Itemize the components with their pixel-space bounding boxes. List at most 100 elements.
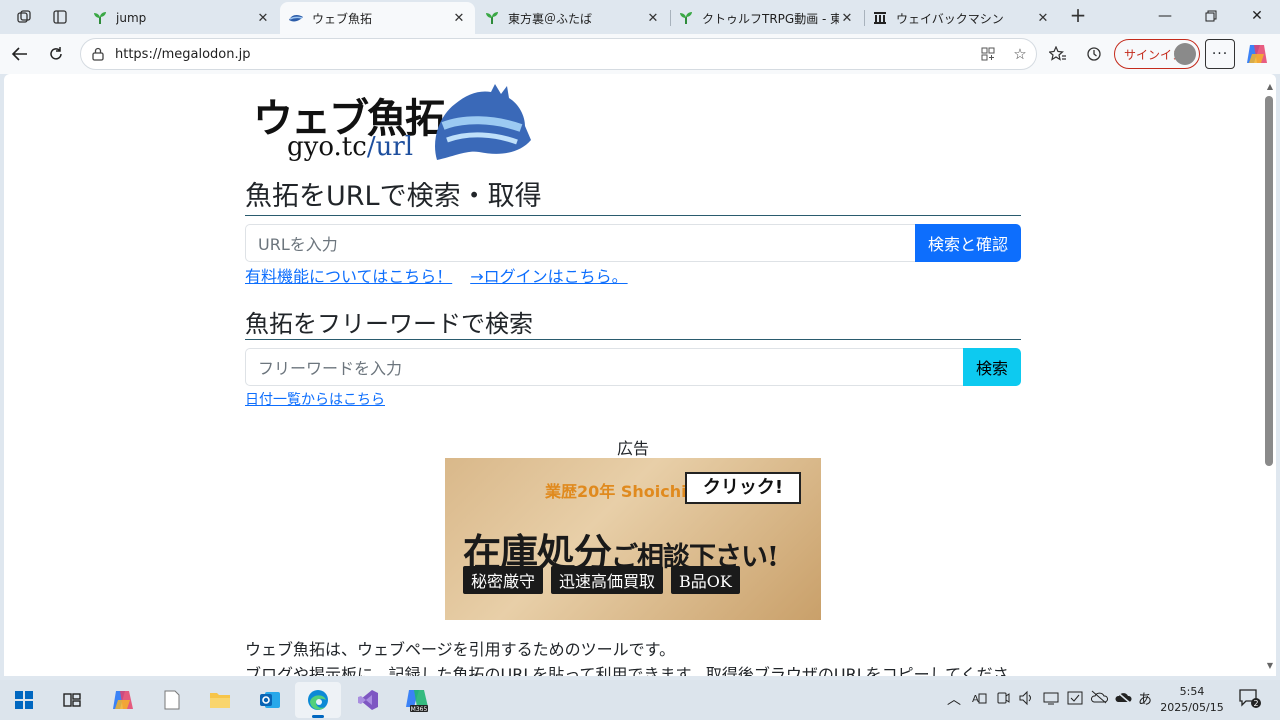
chevron-up-icon[interactable]: ︿ [947, 689, 961, 709]
restore-icon[interactable] [1188, 0, 1234, 32]
workspaces-icon[interactable] [10, 4, 38, 30]
windows-start-icon[interactable] [8, 684, 40, 716]
outlook-icon[interactable] [254, 684, 286, 716]
ad-brand: 業歴20年 Shoichi [545, 482, 687, 501]
tab-label: ウェブ魚拓 [312, 11, 373, 26]
tab-web-gyotaku[interactable]: ウェブ魚拓 ✕ [280, 2, 475, 34]
clock-time: 5:54 [1179, 685, 1205, 698]
scroll-down-icon[interactable]: ▼ [1267, 661, 1273, 670]
url-search-button[interactable]: 検索と確認 [915, 224, 1021, 262]
ad-click-button[interactable]: クリック! [685, 472, 801, 504]
ad-tag: B品OK [671, 566, 740, 594]
network-icon[interactable] [1043, 690, 1059, 710]
sprout-icon [484, 10, 500, 26]
sprout-icon [678, 10, 694, 26]
m365-label: M365 [411, 706, 428, 713]
copilot-icon[interactable] [1244, 41, 1270, 67]
refresh-icon[interactable] [42, 40, 70, 68]
onedrive-icon[interactable] [1090, 690, 1109, 708]
more-menu-icon[interactable]: ··· [1205, 39, 1235, 69]
tab-label: jump [116, 11, 147, 25]
tab-wayback-machine[interactable]: ウェイバックマシン ✕ [864, 2, 1059, 34]
date-list-link[interactable]: 日付一覧からはこちら [245, 389, 385, 409]
page-viewport: ウェブ魚拓 gyo.tc/url 魚拓をURLで検索・取得 URLを入力 検索と… [4, 74, 1276, 676]
file-explorer-icon[interactable] [204, 684, 236, 716]
meet-now-icon[interactable] [996, 690, 1010, 710]
edge-browser-icon[interactable] [302, 684, 334, 718]
favorite-star-icon[interactable]: ☆ [1004, 45, 1036, 63]
close-icon[interactable]: ✕ [645, 11, 661, 26]
scroll-thumb[interactable] [1265, 96, 1273, 466]
freeword-section-title: 魚拓をフリーワードで検索 [245, 310, 533, 338]
notepad-icon[interactable] [156, 684, 188, 716]
tab-label: 東方裏＠ふたば [508, 11, 593, 26]
close-icon[interactable]: ✕ [451, 11, 467, 26]
lock-icon[interactable] [90, 47, 106, 61]
paid-features-link[interactable]: 有料機能についてはこちら！ [245, 263, 452, 287]
ime-hiragana-indicator[interactable]: あ [1138, 689, 1152, 709]
m365-icon[interactable]: M365 [401, 684, 433, 716]
clock-date: 2025/05/15 [1160, 701, 1224, 714]
login-link[interactable]: →ログインはこちら。 [470, 263, 627, 287]
ime-mode-icon[interactable]: A [971, 690, 987, 710]
copilot-app-icon[interactable] [107, 684, 139, 716]
logo-domain: gyo.tc [287, 132, 367, 162]
close-window-icon[interactable]: ✕ [1234, 0, 1280, 32]
browser-toolbar: https://megalodon.jp ☆ サインイン ··· [0, 34, 1280, 74]
clock[interactable]: 5:54 2025/05/15 [1160, 684, 1224, 716]
address-bar[interactable]: https://megalodon.jp ☆ [80, 38, 1037, 70]
close-icon[interactable]: ✕ [839, 11, 855, 26]
divider [245, 215, 1021, 216]
onedrive-paused-icon[interactable] [1114, 690, 1132, 708]
new-tab-button[interactable]: + [1066, 4, 1090, 28]
logo-url-suffix: /url [366, 132, 414, 162]
tab-label: ウェイバックマシン [896, 11, 1004, 26]
fish-icon [288, 10, 304, 26]
account-links: 有料機能についてはこちら！ →ログインはこちら。 [245, 263, 628, 287]
visual-studio-icon[interactable] [352, 684, 384, 716]
security-icon[interactable] [1067, 690, 1083, 710]
url-search-group: URLを入力 検索と確認 [245, 224, 1021, 262]
tab-label: クトゥルフTRPG動画 - 東方 [702, 11, 839, 26]
freeword-search-group: フリーワードを入力 検索 [245, 348, 1021, 386]
ad-banner[interactable]: 業歴20年 Shoichi クリック! 在庫処分ご相談下さい! 秘密厳守 迅速高… [445, 458, 821, 620]
notification-icon[interactable]: 2 [1238, 688, 1262, 714]
taskbar: M365 ︿ A あ 5:54 2025/05/15 2 [0, 680, 1280, 720]
history-icon[interactable] [1080, 40, 1108, 68]
sprout-icon [92, 10, 108, 26]
url-text: https://megalodon.jp [115, 46, 251, 62]
signin-button[interactable]: サインイン [1114, 39, 1200, 69]
description-text: ウェブ魚拓は、ウェブページを引用するためのツールです。 [245, 640, 676, 659]
close-icon[interactable]: ✕ [255, 11, 271, 26]
close-icon[interactable]: ✕ [1035, 11, 1051, 26]
tab-touhou-futaba[interactable]: 東方裏＠ふたば ✕ [476, 2, 669, 34]
freeword-search-button[interactable]: 検索 [963, 348, 1021, 386]
site-logo[interactable]: ウェブ魚拓 gyo.tc/url [253, 82, 533, 168]
divider [245, 339, 1021, 340]
url-input[interactable]: URLを入力 [245, 224, 915, 262]
archive-icon [872, 10, 888, 26]
svg-text:A: A [972, 694, 979, 705]
fish-logo-icon [435, 84, 531, 160]
favorites-icon[interactable] [1044, 40, 1072, 68]
avatar [1174, 43, 1196, 65]
tab-actions-icon[interactable] [46, 4, 74, 30]
freeword-input[interactable]: フリーワードを入力 [245, 348, 963, 386]
volume-icon[interactable] [1018, 690, 1034, 710]
ad-tag: 秘密厳守 [463, 566, 544, 594]
logo-subtitle: gyo.tc/url [287, 132, 413, 162]
ad-tag: 迅速高価買取 [551, 566, 664, 594]
app-available-icon[interactable] [972, 46, 1004, 62]
ad-tags: 秘密厳守 迅速高価買取 B品OK [463, 566, 740, 594]
url-section-title: 魚拓をURLで検索・取得 [245, 181, 542, 212]
notification-count: 2 [1253, 699, 1258, 708]
minimize-icon[interactable]: — [1142, 0, 1188, 32]
scroll-up-icon[interactable]: ▲ [1267, 82, 1273, 91]
ad-label: 広告 [616, 439, 649, 458]
description-text: ブログや掲示板に、記録した魚拓のURLを貼って利用できます。取得後ブラウザのUR… [245, 665, 1009, 676]
back-icon[interactable] [6, 40, 34, 68]
task-view-icon[interactable] [56, 684, 88, 716]
tab-jump[interactable]: jump ✕ [84, 2, 279, 34]
tab-cthulhu-trpg[interactable]: クトゥルフTRPG動画 - 東方 ✕ [670, 2, 863, 34]
scrollbar[interactable]: ▲ ▼ [1262, 74, 1276, 676]
